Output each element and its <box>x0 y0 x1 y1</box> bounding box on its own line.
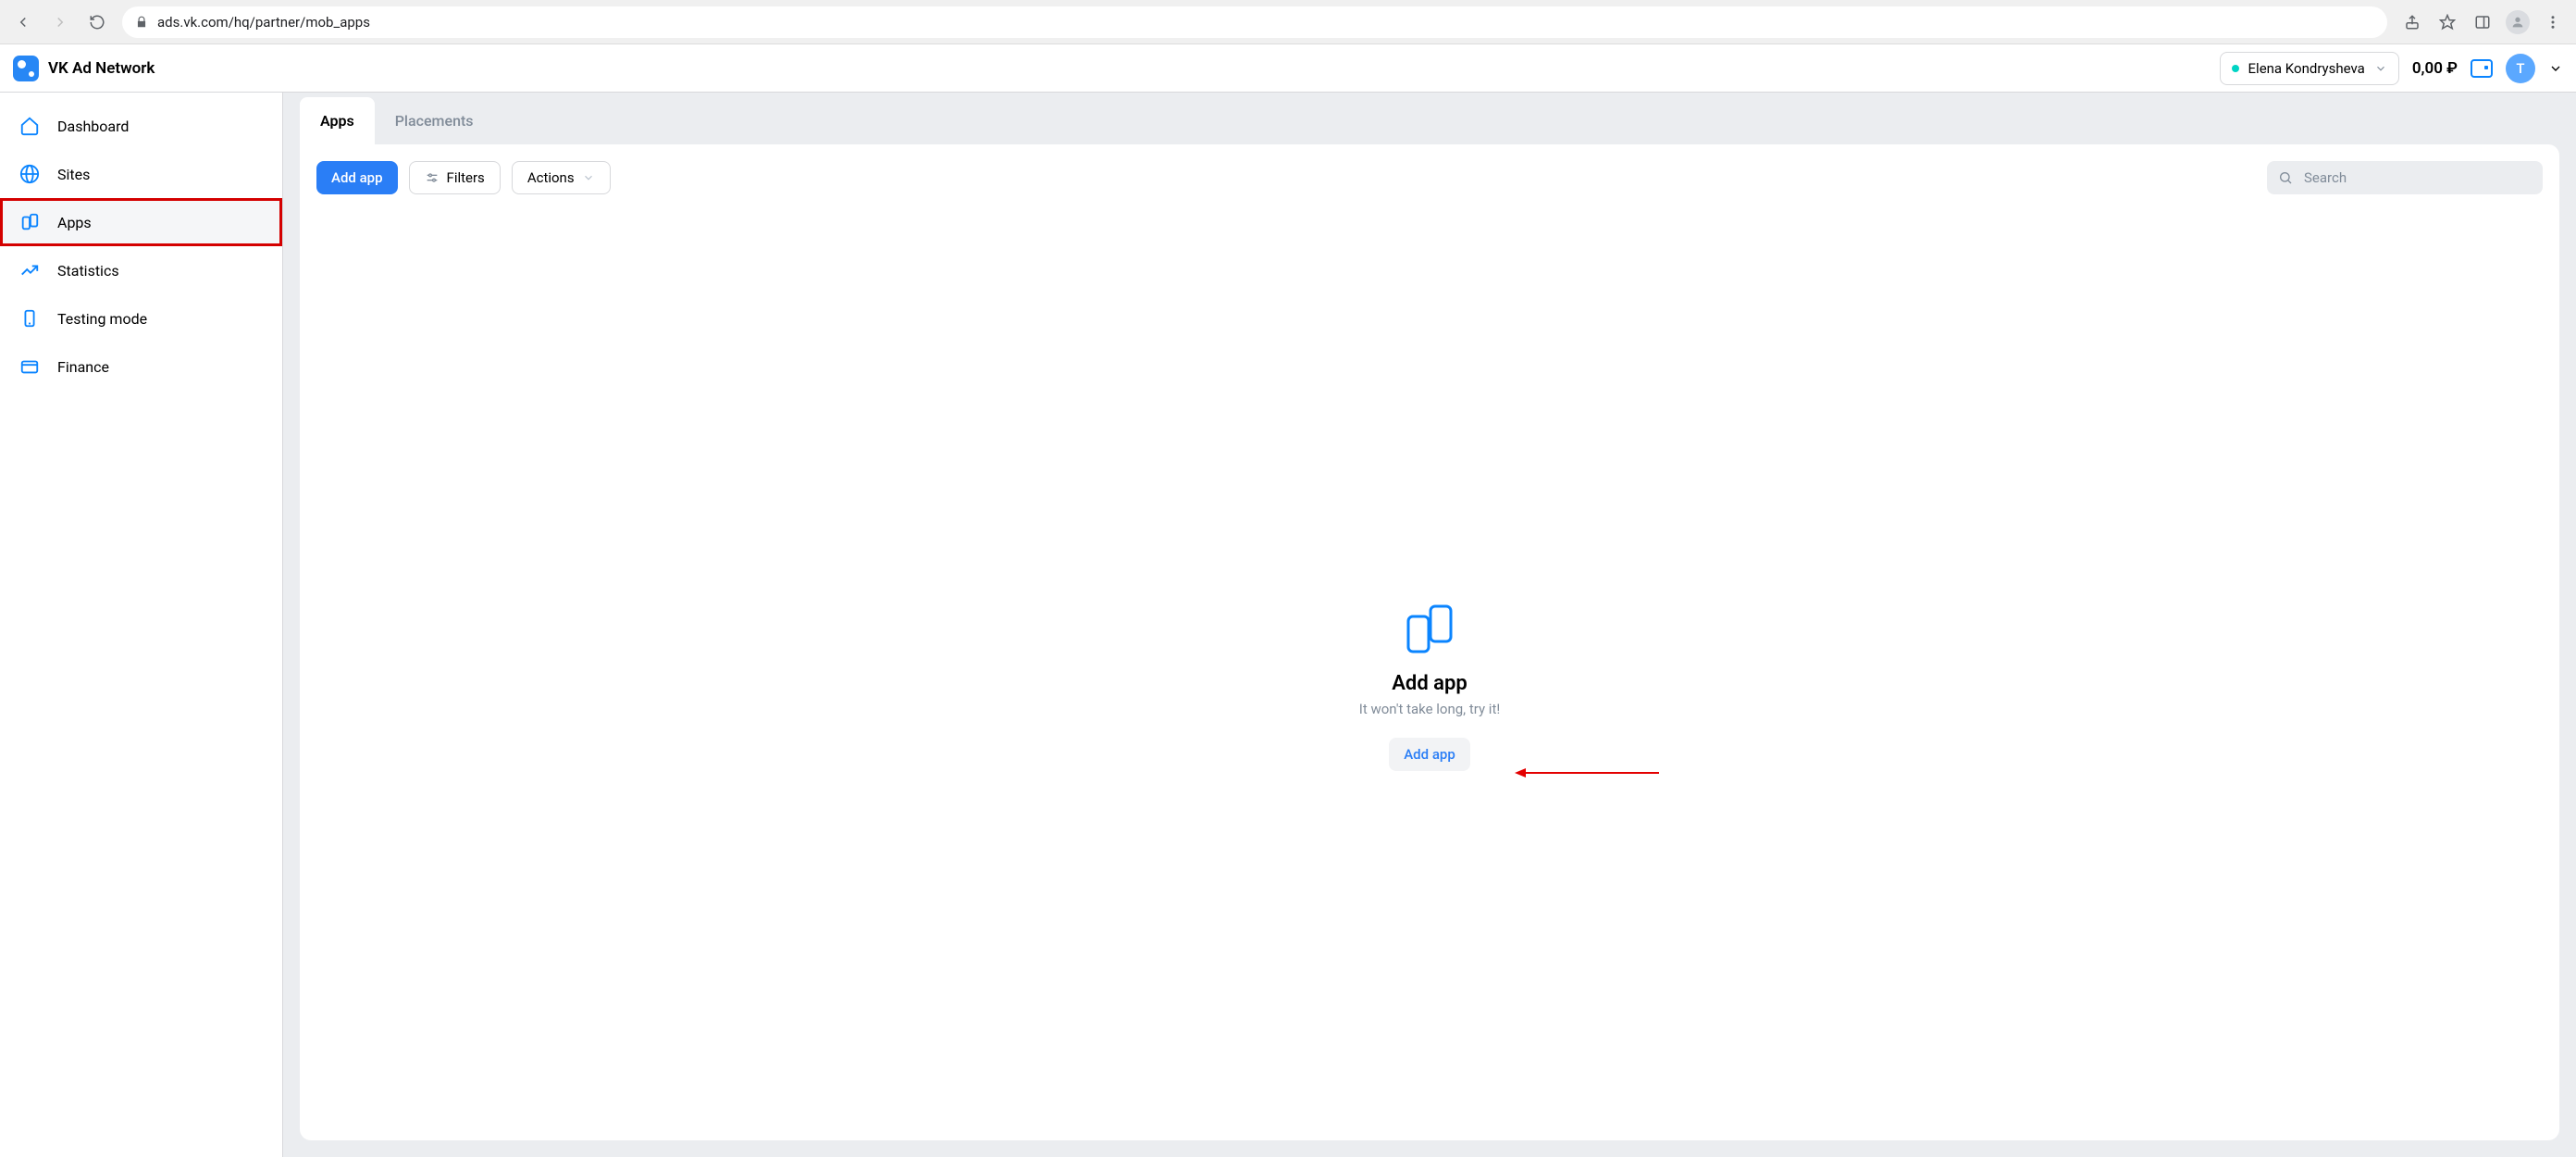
account-name: Elena Kondrysheva <box>2248 60 2365 77</box>
filters-button[interactable]: Filters <box>409 161 501 194</box>
chevron-down-icon <box>2374 62 2387 75</box>
search-icon <box>2278 170 2293 185</box>
logo-icon <box>13 56 39 81</box>
sidebar-item-label: Statistics <box>57 262 119 280</box>
sidebar: Dashboard Sites Apps Statistics Testing … <box>0 93 283 1157</box>
tab-placements[interactable]: Placements <box>375 97 494 144</box>
actions-button[interactable]: Actions <box>512 161 611 194</box>
brand-name: VK Ad Network <box>48 59 155 78</box>
sidebar-item-label: Sites <box>57 166 90 183</box>
empty-title: Add app <box>1392 672 1468 695</box>
search-input[interactable] <box>2302 168 2532 187</box>
sidebar-item-label: Apps <box>57 214 92 231</box>
browser-menu-icon[interactable] <box>2537 6 2569 38</box>
empty-subtitle: It won't take long, try it! <box>1359 701 1500 717</box>
browser-reload-button[interactable] <box>81 6 113 38</box>
tab-apps[interactable]: Apps <box>300 97 375 144</box>
sidebar-item-statistics[interactable]: Statistics <box>0 246 282 294</box>
browser-url-text: ads.vk.com/hq/partner/mob_apps <box>157 14 370 31</box>
share-icon[interactable] <box>2396 6 2428 38</box>
empty-add-app-button[interactable]: Add app <box>1389 738 1470 771</box>
wallet-icon[interactable] <box>2471 59 2493 78</box>
balance-amount: 0,00 ₽ <box>2412 59 2458 78</box>
chart-line-icon <box>19 259 41 281</box>
home-icon <box>19 115 41 137</box>
apps-large-icon <box>1406 603 1454 655</box>
chevron-down-icon <box>582 171 595 184</box>
browser-url-bar[interactable]: ads.vk.com/hq/partner/mob_apps <box>122 6 2387 38</box>
toolbar: Add app Filters Actions <box>316 161 2543 194</box>
chevron-down-icon[interactable] <box>2548 61 2563 76</box>
card-icon <box>19 355 41 378</box>
panel-icon[interactable] <box>2467 6 2498 38</box>
status-indicator-icon <box>2232 65 2239 72</box>
tab-label: Placements <box>395 112 474 130</box>
tab-body: Add app Filters Actions <box>300 144 2559 1140</box>
sidebar-item-label: Testing mode <box>57 310 147 328</box>
phone-icon <box>19 307 41 330</box>
sidebar-item-dashboard[interactable]: Dashboard <box>0 102 282 150</box>
button-label: Add app <box>331 169 383 186</box>
sidebar-item-testing[interactable]: Testing mode <box>0 294 282 342</box>
sidebar-item-label: Finance <box>57 358 109 376</box>
account-switcher[interactable]: Elena Kondrysheva <box>2220 52 2399 85</box>
sidebar-item-label: Dashboard <box>57 118 129 135</box>
main-content: Apps Placements Add app Filters Actions <box>283 93 2576 1157</box>
browser-forward-button[interactable] <box>44 6 76 38</box>
annotation-arrow-icon <box>1513 766 1661 779</box>
app-header: VK Ad Network Elena Kondrysheva 0,00 ₽ T <box>0 44 2576 93</box>
tab-label: Apps <box>320 112 354 130</box>
avatar[interactable]: T <box>2506 54 2535 83</box>
sidebar-item-finance[interactable]: Finance <box>0 342 282 391</box>
bookmark-star-icon[interactable] <box>2432 6 2463 38</box>
apps-icon <box>19 211 41 233</box>
button-label: Filters <box>447 169 485 186</box>
browser-profile-icon[interactable] <box>2502 6 2533 38</box>
button-label: Add app <box>1404 746 1455 763</box>
button-label: Actions <box>527 169 575 186</box>
sidebar-item-apps[interactable]: Apps <box>0 198 282 246</box>
lock-icon <box>135 16 148 29</box>
globe-icon <box>19 163 41 185</box>
sliders-icon <box>425 170 440 185</box>
browser-chrome: ads.vk.com/hq/partner/mob_apps <box>0 0 2576 44</box>
empty-state: Add app It won't take long, try it! Add … <box>316 194 2543 1124</box>
sidebar-item-sites[interactable]: Sites <box>0 150 282 198</box>
tabs: Apps Placements <box>283 93 2576 144</box>
browser-right-icons <box>2396 6 2569 38</box>
add-app-button[interactable]: Add app <box>316 161 398 194</box>
search-box[interactable] <box>2267 161 2543 194</box>
browser-back-button[interactable] <box>7 6 39 38</box>
